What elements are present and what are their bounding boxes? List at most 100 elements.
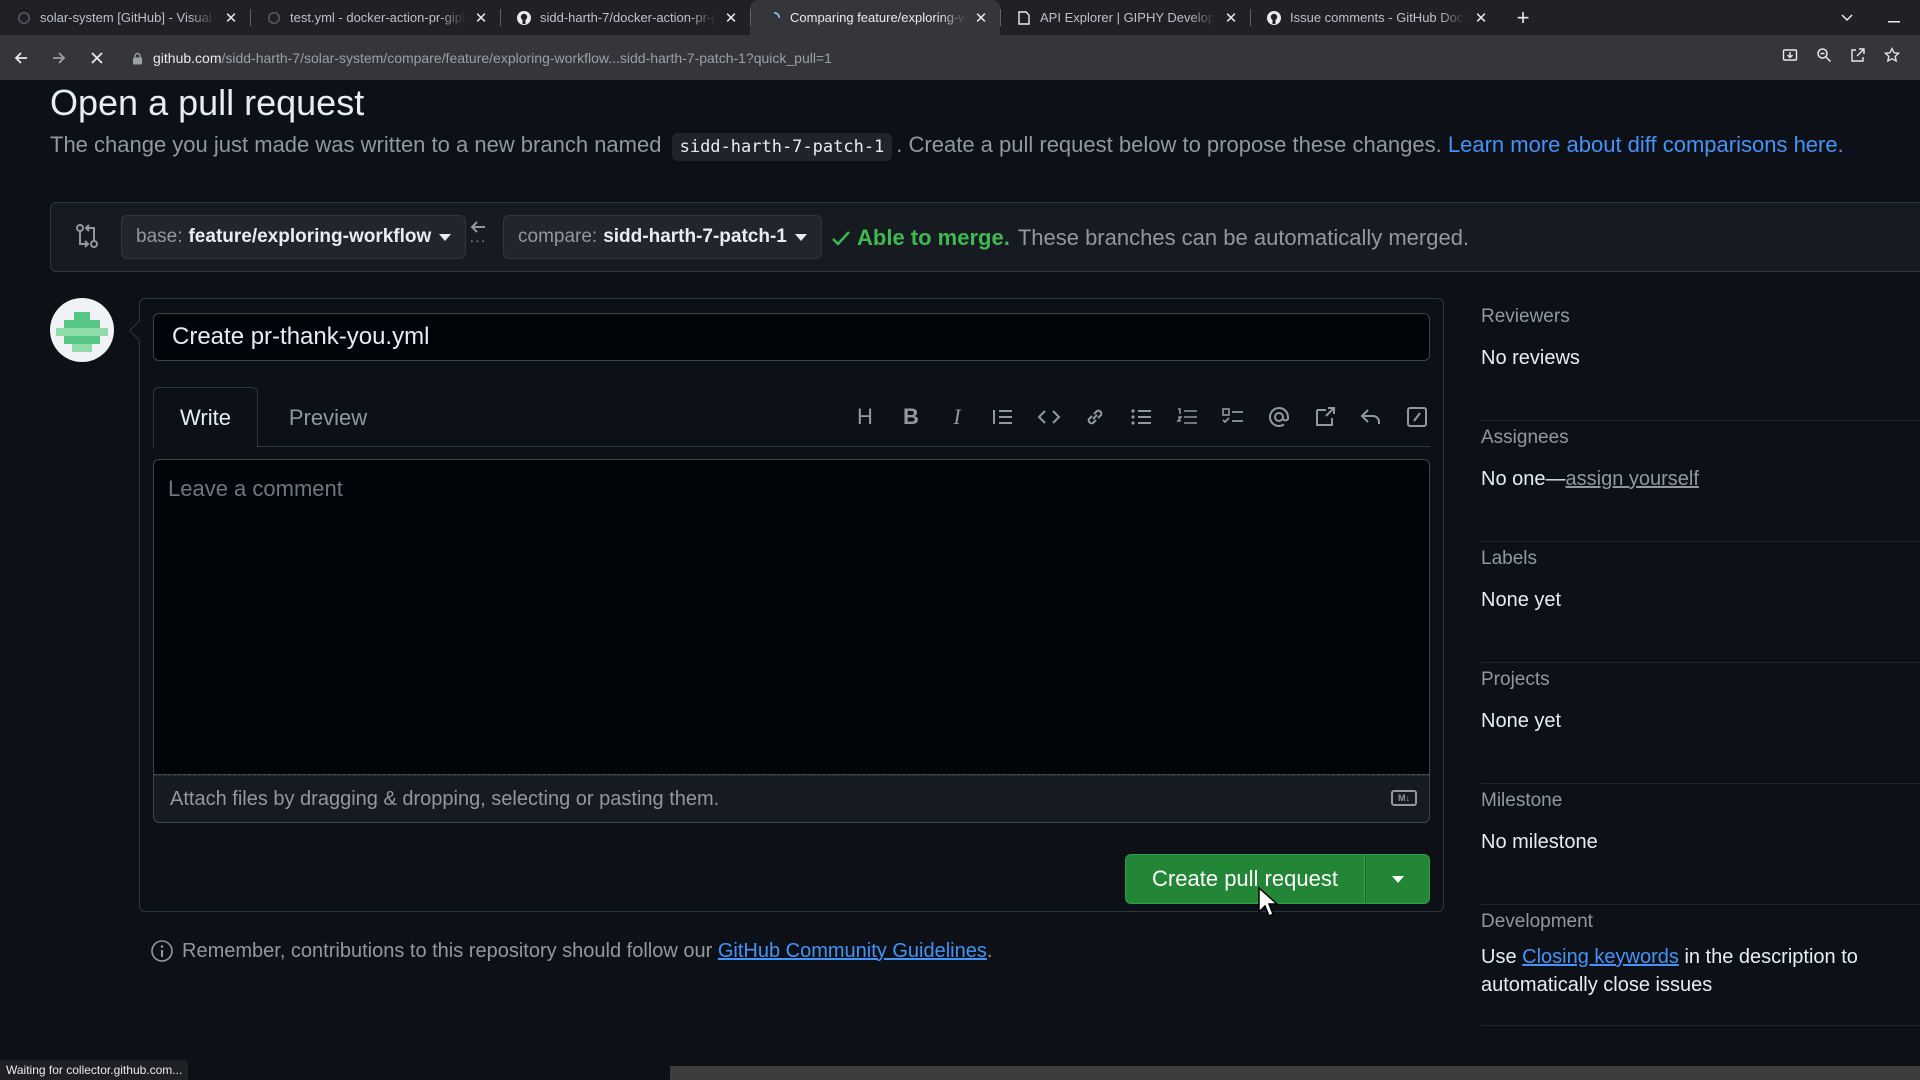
compare-branch-select[interactable]: compare: sidd-harth-7-patch-1 [503,215,822,259]
merge-status-label: Able to merge. [857,225,1010,250]
chevron-down-icon [1391,875,1404,883]
browser-tab[interactable]: Issue comments - GitHub Docs ✕ [1250,0,1500,35]
stop-loading-icon[interactable] [80,41,114,75]
numbered-list-icon[interactable] [1174,404,1200,430]
slash-command-icon[interactable] [1404,404,1430,430]
browser-tab-strip: solar-system [GitHub] - Visual St ✕ test… [0,0,1920,35]
guidelines-text: Remember, contributions to this reposito… [182,939,713,962]
subtitle-text-after: . Create a pull request below to propose… [896,132,1442,157]
sidebar-heading: Projects [1481,669,1550,690]
reply-icon[interactable] [1358,404,1384,430]
window-controls [1840,0,1920,35]
markdown-toolbar: H B I [852,399,1430,435]
new-tab-button[interactable]: + [1508,0,1538,35]
bulleted-list-icon[interactable] [1128,404,1154,430]
sidebar-labels[interactable]: Labels None yet [1481,542,1920,663]
back-icon[interactable] [4,41,38,75]
close-tab-icon[interactable]: ✕ [472,9,490,27]
page-title: Open a pull request [50,82,365,123]
address-bar-actions [1782,35,1901,80]
assignees-value: No one— [1481,468,1566,490]
compare-label: compare: [518,226,598,247]
community-guidelines-link[interactable]: GitHub Community Guidelines [718,940,987,963]
development-text: Use [1481,946,1517,968]
browser-status-bar: Waiting for collector.github.com... [0,1060,189,1080]
comment-textarea[interactable] [153,459,1430,775]
sidebar-heading: Assignees [1481,427,1569,448]
avatar[interactable] [50,298,114,362]
url-path: /sidd-harth-7/solar-system/compare/featu… [221,50,832,66]
sidebar-value: No milestone [1481,831,1598,853]
task-list-icon[interactable] [1220,404,1246,430]
pr-title-input[interactable] [153,313,1430,361]
mention-icon[interactable] [1266,404,1292,430]
sidebar-projects[interactable]: Projects None yet [1481,663,1920,784]
closing-keywords-link[interactable]: Closing keywords [1522,946,1679,968]
create-pull-request-button[interactable]: Create pull request [1125,854,1365,904]
zoom-icon[interactable] [1816,47,1832,68]
install-icon[interactable] [1782,47,1798,68]
subtitle-text: The change you just made was written to … [50,132,662,157]
loading-spinner-icon [766,10,782,26]
close-tab-icon[interactable]: ✕ [972,9,990,27]
create-options-dropdown[interactable] [1365,854,1430,904]
close-tab-icon[interactable]: ✕ [1222,9,1240,27]
cross-reference-icon[interactable] [1312,404,1338,430]
merge-status-detail: These branches can be automatically merg… [1017,225,1470,250]
learn-more-link[interactable]: Learn more about diff comparisons here. [1448,132,1844,157]
sidebar-reviewers[interactable]: Reviewers No reviews [1481,300,1920,421]
info-icon [150,939,174,963]
bold-icon[interactable]: B [898,404,924,430]
sidebar-milestone[interactable]: Milestone No milestone [1481,784,1920,905]
browser-tab-active[interactable]: Comparing feature/exploring-w ✕ [750,0,1000,35]
sidebar-heading: Reviewers [1481,306,1570,327]
mouse-cursor-icon [1257,886,1279,923]
github-icon [1266,10,1282,26]
horizontal-scrollbar[interactable] [670,1066,1920,1080]
italic-icon[interactable]: I [944,404,970,430]
pull-request-form: Write Preview H B I Attach files by drag… [139,298,1444,912]
tab-search-icon[interactable] [1840,10,1854,26]
url-host: github.com [153,50,222,66]
minimize-icon[interactable] [1888,10,1900,26]
file-attachment-area[interactable]: Attach files by dragging & dropping, sel… [153,775,1430,823]
page: Open a pull request The change you just … [0,80,1920,1080]
heading-icon[interactable]: H [852,404,878,430]
share-icon[interactable] [1850,47,1866,68]
assign-yourself-link[interactable]: assign yourself [1566,468,1699,490]
sidebar-heading: Labels [1481,548,1537,569]
tab-title: Comparing feature/exploring-w [790,10,966,25]
base-branch-select[interactable]: base: feature/exploring-workflow [121,215,467,259]
bookmark-star-icon[interactable] [1883,46,1901,68]
github-icon [266,10,282,26]
tab-title: API Explorer | GIPHY Developers [1040,10,1216,25]
arrow-left-icon: ··· [469,219,487,247]
forward-icon[interactable] [42,41,76,75]
tab-preview[interactable]: Preview [268,387,388,448]
close-tab-icon[interactable]: ✕ [1472,9,1490,27]
sidebar-value: None yet [1481,710,1562,732]
tab-write[interactable]: Write [153,387,258,448]
sidebar-assignees[interactable]: Assignees No one—assign yourself [1481,421,1920,542]
compare-branch-value: sidd-harth-7-patch-1 [603,226,787,247]
chevron-down-icon [794,233,807,241]
link-icon[interactable] [1082,404,1108,430]
chevron-down-icon [439,233,452,241]
code-icon[interactable] [1036,404,1062,430]
browser-tab[interactable]: test.yml - docker-action-pr-giph ✕ [250,0,500,35]
community-guidelines-note: Remember, contributions to this reposito… [150,939,992,963]
git-compare-icon [75,223,99,249]
markdown-icon[interactable]: M↓ [1391,790,1417,806]
sidebar-heading: Development [1481,911,1593,932]
address-bar[interactable]: github.com/sidd-harth-7/solar-system/com… [118,42,1778,74]
tab-title: sidd-harth-7/docker-action-pr-g [540,10,716,25]
document-icon [1016,10,1032,26]
quote-icon[interactable] [990,404,1016,430]
browser-tab[interactable]: sidd-harth-7/docker-action-pr-g ✕ [500,0,750,35]
close-tab-icon[interactable]: ✕ [222,9,240,27]
browser-tab[interactable]: API Explorer | GIPHY Developers ✕ [1000,0,1250,35]
pr-sidebar: Reviewers No reviews Assignees No one—as… [1481,300,1920,1026]
browser-tab[interactable]: solar-system [GitHub] - Visual St ✕ [0,0,250,35]
close-tab-icon[interactable]: ✕ [722,9,740,27]
base-branch-value: feature/exploring-workflow [188,226,432,247]
